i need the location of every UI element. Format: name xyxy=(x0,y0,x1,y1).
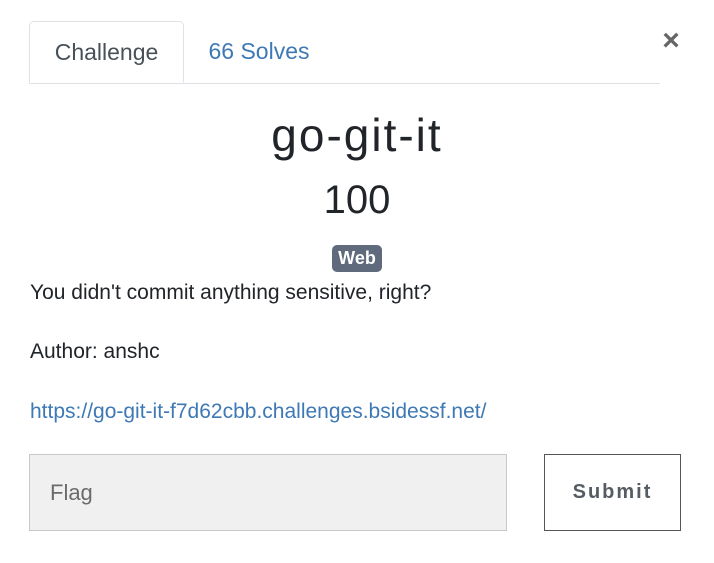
challenge-modal: Challenge 66 Solves × go-git-it 100 Web … xyxy=(0,0,714,563)
tab-solves[interactable]: 66 Solves xyxy=(200,21,318,82)
challenge-url-link[interactable]: https://go-git-it-f7d62cbb.challenges.bs… xyxy=(30,400,486,424)
tab-challenge[interactable]: Challenge xyxy=(29,21,184,83)
submit-button[interactable]: Submit xyxy=(544,454,681,531)
tab-bar: Challenge 66 Solves xyxy=(29,21,660,84)
challenge-author: Author: anshc xyxy=(30,340,160,363)
close-icon[interactable]: × xyxy=(656,24,686,58)
challenge-value: 100 xyxy=(323,178,391,222)
flag-input[interactable] xyxy=(29,454,507,531)
challenge-description: You didn't commit anything sensitive, ri… xyxy=(30,281,432,304)
challenge-name: go-git-it xyxy=(271,109,443,161)
category-badge-wrap: Web xyxy=(0,245,714,272)
category-badge: Web xyxy=(332,245,382,272)
